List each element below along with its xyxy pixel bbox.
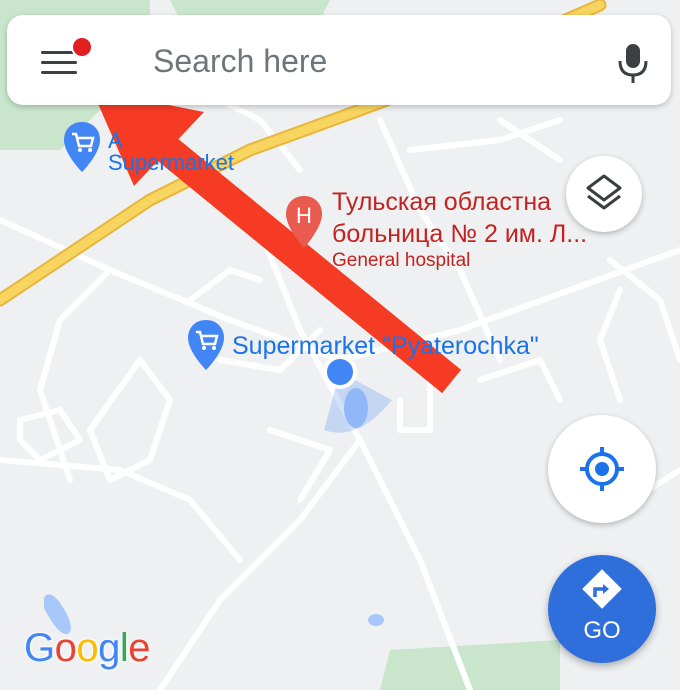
poi-supermarket-top[interactable] — [62, 120, 102, 179]
poi-label-partial: А — [108, 128, 123, 153]
poi-label-pyaterochka: Supermarket "Pyaterochka" — [232, 332, 539, 360]
user-location-icon — [323, 355, 357, 389]
poi-label-supermarket-top: Supermarket — [108, 150, 234, 175]
shopping-cart-pin-icon — [188, 320, 224, 370]
go-label: GO — [583, 617, 621, 644]
search-input[interactable] — [153, 39, 583, 83]
search-bar — [7, 15, 671, 105]
voice-search-button[interactable] — [605, 37, 661, 87]
svg-text:H: H — [296, 203, 312, 228]
go-directions-button[interactable]: GO — [548, 555, 656, 663]
water-body — [368, 614, 384, 626]
poi-supermarket-pyaterochka[interactable] — [186, 318, 226, 377]
google-logo: Google — [24, 626, 151, 670]
notification-dot — [71, 36, 93, 58]
hospital-pin-icon: H — [286, 196, 322, 248]
poi-label-hospital: Тульская областна больница № 2 им. Л... — [332, 186, 587, 250]
microphone-icon — [618, 44, 648, 83]
shopping-cart-pin-icon — [64, 122, 100, 172]
poi-hospital-line1: Тульская областна — [332, 188, 552, 216]
poi-hospital-category: General hospital — [332, 250, 471, 271]
my-location-icon — [580, 447, 624, 491]
poi-hospital[interactable]: H — [284, 194, 324, 255]
my-location-button[interactable] — [548, 415, 656, 523]
layers-button[interactable] — [566, 156, 642, 232]
directions-turn-icon — [582, 569, 622, 609]
layers-icon — [586, 174, 622, 210]
poi-hospital-line2: больница № 2 им. Л... — [332, 220, 588, 248]
